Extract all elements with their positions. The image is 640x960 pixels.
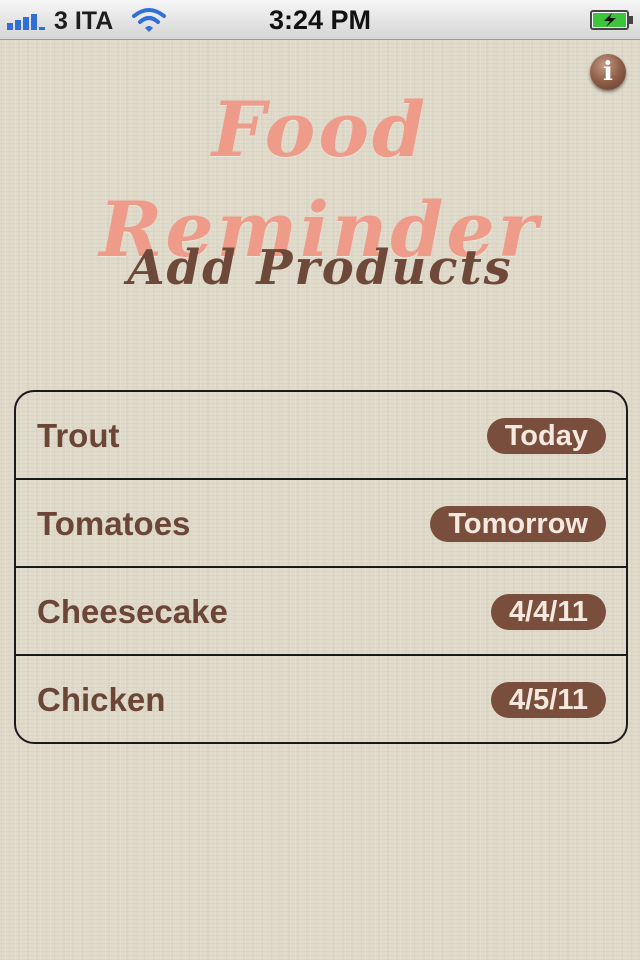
status-time: 3:24 PM [268, 5, 372, 35]
battery-charging-icon [590, 10, 633, 30]
add-products-title[interactable]: Add Products [20, 228, 620, 308]
product-table: Trout Today Tomatoes Tomorrow Cheesecake… [14, 390, 628, 744]
expiry-badge: Today [486, 418, 606, 454]
expiry-badge: Tomorrow [430, 506, 606, 542]
table-row[interactable]: Trout Today [16, 392, 626, 480]
table-row[interactable]: Cheesecake 4/4/11 [16, 568, 626, 656]
app-title: Food Reminder [99, 85, 541, 274]
status-bar: 3 ITA 3:24 PM [0, 0, 640, 40]
expiry-badge: 4/5/11 [490, 682, 606, 718]
expiry-badge: 4/4/11 [490, 594, 606, 630]
product-name: Cheesecake [37, 593, 228, 630]
product-name: Trout [37, 417, 120, 454]
product-name: Tomatoes [37, 505, 191, 542]
table-row[interactable]: Tomatoes Tomorrow [16, 480, 626, 568]
product-name: Chicken [37, 681, 166, 718]
table-row[interactable]: Chicken 4/5/11 [16, 656, 626, 742]
